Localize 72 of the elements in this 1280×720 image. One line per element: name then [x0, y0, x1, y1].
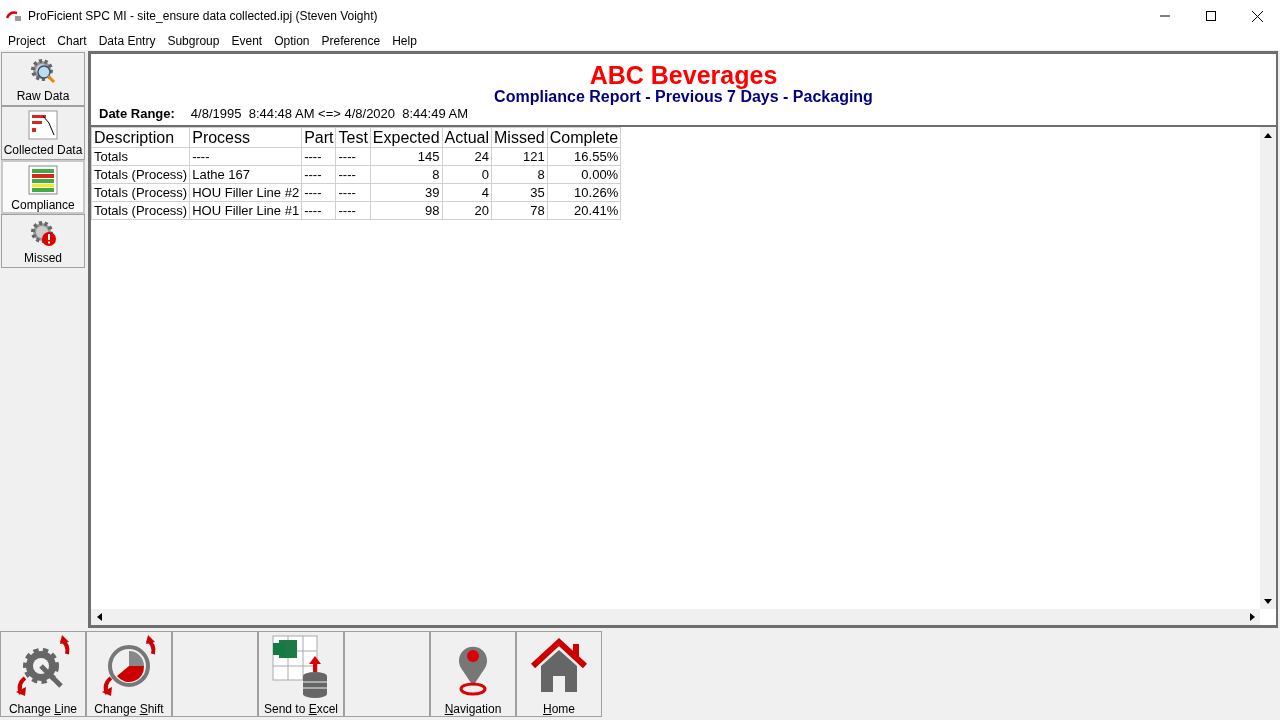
table-cell: 0 — [442, 165, 492, 184]
table-cell: 8 — [370, 165, 443, 184]
table-cell: 78 — [491, 201, 548, 220]
table-cell: 145 — [370, 147, 443, 166]
grid-chart-icon — [27, 109, 59, 141]
column-header: Expected — [370, 127, 443, 148]
table-cell: 121 — [491, 147, 548, 166]
table-cell: 98 — [370, 201, 443, 220]
menu-item[interactable]: Data Entry — [92, 32, 162, 50]
sidebar-button[interactable]: Raw Data — [1, 52, 85, 106]
column-header: Test — [336, 127, 371, 148]
menu-item[interactable]: Subgroup — [161, 32, 226, 50]
table-cell: 35 — [491, 183, 548, 202]
report-subtitle: Compliance Report - Previous 7 Days - Packaging — [494, 88, 873, 106]
menu-item[interactable]: Preference — [315, 32, 387, 50]
table-cell: HOU Filler Line #1 — [189, 201, 302, 220]
column-header: Actual — [442, 127, 492, 148]
menu-item[interactable]: Help — [386, 32, 423, 50]
table-cell: 0.00% — [547, 165, 621, 184]
scroll-up-icon[interactable] — [1264, 132, 1272, 138]
table-cell: 39 — [370, 183, 443, 202]
column-header: Missed — [491, 127, 548, 148]
horizontal-scrollbar[interactable] — [91, 609, 1260, 625]
table-cell: 10.26% — [547, 183, 621, 202]
toolbar-button[interactable]: Change Shift — [86, 631, 172, 717]
scroll-left-icon[interactable] — [96, 613, 102, 621]
table-cell: ---- — [301, 147, 336, 166]
sidebar-button[interactable]: Compliance — [1, 160, 85, 214]
toolbar-button[interactable]: Navigation — [430, 631, 516, 717]
table-cell: ---- — [301, 201, 336, 220]
table-cell: Totals — [91, 147, 190, 166]
column-header: Complete — [547, 127, 621, 148]
table-cell: 4 — [442, 183, 492, 202]
toolbar-button[interactable]: Send to Excel — [258, 631, 344, 717]
table-cell: 24 — [442, 147, 492, 166]
table-cell: HOU Filler Line #2 — [189, 183, 302, 202]
date-range-value: 4/8/1995 8:44:48 AM <=> 4/8/2020 8:44:49 AM — [190, 106, 469, 122]
menu-item[interactable]: Option — [268, 32, 316, 50]
table-cell: 20 — [442, 201, 492, 220]
menu-item[interactable]: Project — [2, 32, 52, 50]
close-icon — [1251, 10, 1263, 22]
window-title: ProFicient SPC MI - site_ensure data collected.ipj (Steven Voight) — [28, 8, 378, 25]
maximize-icon — [1206, 11, 1216, 21]
column-header: Part — [301, 127, 336, 148]
menu-item[interactable]: Chart — [51, 32, 93, 50]
toolbar-button[interactable]: Home — [516, 631, 602, 717]
scroll-down-icon[interactable] — [1264, 598, 1272, 604]
date-range-label: Date Range: — [99, 106, 175, 122]
table-cell: ---- — [301, 183, 336, 202]
table-cell: 20.41% — [547, 201, 621, 220]
table-cell: ---- — [336, 165, 371, 184]
table-cell: Totals (Process) — [91, 183, 190, 202]
sidebar-button[interactable]: Collected Data — [1, 106, 85, 160]
table-cell: ---- — [189, 147, 302, 166]
toolbar-button[interactable]: Change Line — [0, 631, 86, 717]
scroll-right-icon[interactable] — [1249, 613, 1255, 621]
vertical-scrollbar[interactable] — [1260, 127, 1276, 609]
table-cell: Totals (Process) — [91, 165, 190, 184]
status-bars-icon — [27, 164, 59, 196]
sidebar-button[interactable]: Missed — [1, 214, 85, 268]
table-cell: ---- — [301, 165, 336, 184]
table-cell: Lathe 167 — [189, 165, 302, 184]
table-cell: 16.55% — [547, 147, 621, 166]
table-cell: Totals (Process) — [91, 201, 190, 220]
table-cell: ---- — [336, 183, 371, 202]
table-cell: ---- — [336, 147, 371, 166]
menu-item[interactable]: Event — [225, 32, 269, 50]
app-logo-icon — [6, 9, 22, 23]
table-cell: 8 — [491, 165, 548, 184]
column-header: Process — [189, 127, 302, 148]
column-header: Description — [91, 127, 190, 148]
table-cell: ---- — [336, 201, 371, 220]
